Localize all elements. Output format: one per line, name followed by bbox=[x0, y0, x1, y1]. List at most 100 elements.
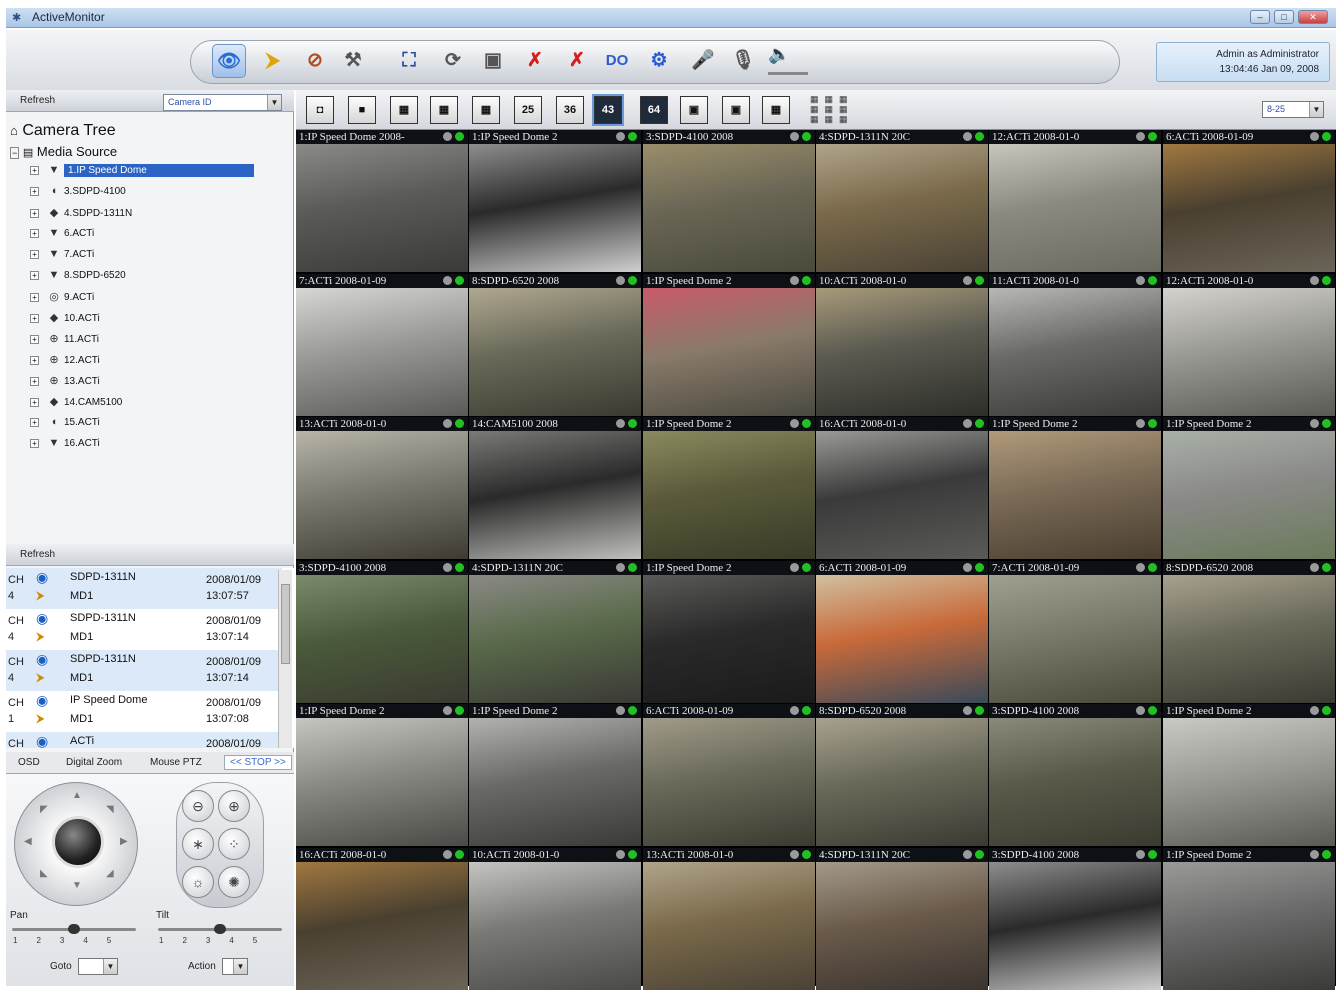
joystick-knob[interactable] bbox=[52, 816, 104, 868]
focus-far-icon[interactable]: ⁘ bbox=[218, 828, 250, 860]
video-cell[interactable]: 12:ACTi 2008-01-0 bbox=[1163, 274, 1335, 416]
tab-osd[interactable]: OSD bbox=[18, 757, 40, 768]
layout-cycle-icon[interactable]: ◘ bbox=[306, 96, 334, 124]
layout-36-icon[interactable]: 36 bbox=[556, 96, 584, 124]
video-cell[interactable]: 1:IP Speed Dome 2 bbox=[469, 704, 641, 846]
stop-button[interactable]: << STOP >> bbox=[224, 755, 292, 770]
fullscreen-icon[interactable]: ⛶ bbox=[392, 44, 426, 78]
layout-1plus7-icon[interactable]: ▣ bbox=[722, 96, 750, 124]
expand-icon[interactable]: + bbox=[30, 376, 39, 386]
layout-1plus12-icon[interactable]: ▦ bbox=[762, 96, 790, 124]
video-cell[interactable]: 7:ACTi 2008-01-09 bbox=[989, 561, 1161, 703]
tree-node[interactable]: + ▼ 16.ACTi bbox=[30, 437, 100, 455]
event-row[interactable]: CH 4 ◉ ⮞ SDPD-1311N MD1 2008/01/09 13:07:14 bbox=[6, 609, 282, 650]
video-cell[interactable]: 4:SDPD-1311N 20C bbox=[469, 561, 641, 703]
event-list-scrollbar[interactable] bbox=[278, 570, 292, 748]
expand-icon[interactable]: + bbox=[30, 186, 39, 196]
expand-icon[interactable]: + bbox=[30, 313, 39, 323]
video-cell[interactable]: 1:IP Speed Dome 2 bbox=[296, 704, 468, 846]
tree-node[interactable]: + ⊕ 11.ACTi bbox=[30, 332, 99, 350]
tree-node[interactable]: + ◖ 15.ACTi bbox=[30, 416, 100, 434]
video-cell[interactable]: 6:ACTi 2008-01-09 bbox=[643, 704, 815, 846]
video-cell[interactable]: 1:IP Speed Dome 2 bbox=[1163, 417, 1335, 559]
layout-16-icon[interactable]: ▦ bbox=[472, 96, 500, 124]
layout-9-icon[interactable]: ▦ bbox=[430, 96, 458, 124]
expand-icon[interactable]: + bbox=[30, 165, 39, 175]
video-cell[interactable]: 1:IP Speed Dome 2 bbox=[989, 417, 1161, 559]
media-source-node[interactable]: − ▤ Media Source bbox=[10, 144, 117, 159]
digital-output-icon[interactable]: DO bbox=[600, 44, 634, 78]
video-cell[interactable]: 6:ACTi 2008-01-09 bbox=[816, 561, 988, 703]
settings-icon[interactable]: ⚙ bbox=[642, 44, 676, 78]
video-cell[interactable]: 12:ACTi 2008-01-0 bbox=[989, 130, 1161, 272]
disconnect-icon[interactable]: ✗ bbox=[518, 44, 552, 78]
video-cell[interactable]: 3:SDPD-4100 2008 bbox=[296, 561, 468, 703]
arrow-down-icon[interactable]: ▼ bbox=[72, 880, 82, 891]
tree-node[interactable]: + ◆ 4.SDPD-1311N bbox=[30, 206, 132, 224]
expand-icon[interactable]: + bbox=[30, 208, 39, 218]
split-layout-icons[interactable]: ▦▦▦ ▦▦▦ ▦▦▦ bbox=[810, 94, 870, 126]
expand-icon[interactable]: + bbox=[30, 397, 39, 407]
tree-node[interactable]: + ◎ 9.ACTi bbox=[30, 290, 94, 308]
talk-icon[interactable]: 🎙 bbox=[726, 44, 760, 78]
event-row[interactable]: CH ◉ ACTi 2008/01/09 bbox=[6, 732, 282, 748]
layout-43-icon[interactable]: 43 bbox=[592, 94, 624, 126]
sequence-icon[interactable]: ⟳ bbox=[436, 44, 470, 78]
zoom-in-icon[interactable]: ⊕ bbox=[218, 790, 250, 822]
video-cell[interactable]: 8:SDPD-6520 2008 bbox=[1163, 561, 1335, 703]
video-cell[interactable]: 1:IP Speed Dome 2 bbox=[1163, 848, 1335, 990]
arrow-down-left-icon[interactable]: ◣ bbox=[40, 868, 48, 879]
tree-node[interactable]: + ⊕ 12.ACTi bbox=[30, 353, 100, 371]
video-cell[interactable]: 4:SDPD-1311N 20C bbox=[816, 848, 988, 990]
video-cell[interactable]: 3:SDPD-4100 2008 bbox=[989, 848, 1161, 990]
video-cell[interactable]: 10:ACTi 2008-01-0 bbox=[469, 848, 641, 990]
video-cell[interactable]: 10:ACTi 2008-01-0 bbox=[816, 274, 988, 416]
tilt-slider-knob[interactable] bbox=[214, 924, 226, 934]
tree-refresh-button[interactable]: Refresh bbox=[20, 95, 55, 106]
layout-4-icon[interactable]: ▦ bbox=[390, 96, 418, 124]
layout-25-icon[interactable]: 25 bbox=[514, 96, 542, 124]
disconnect-all-icon[interactable]: ✗ bbox=[560, 44, 594, 78]
tools-icon[interactable]: ⚒ bbox=[336, 44, 370, 78]
arrow-down-right-icon[interactable]: ◢ bbox=[106, 868, 114, 879]
expand-icon[interactable]: + bbox=[30, 438, 39, 448]
page-select[interactable]: 8-25 ▼ bbox=[1262, 101, 1324, 118]
goto-select[interactable]: ▼ bbox=[78, 958, 118, 975]
video-cell[interactable]: 1:IP Speed Dome 2008- bbox=[296, 130, 468, 272]
snapshot-icon[interactable]: ▣ bbox=[476, 44, 510, 78]
video-cell[interactable]: 13:ACTi 2008-01-0 bbox=[643, 848, 815, 990]
expand-icon[interactable]: + bbox=[30, 355, 39, 365]
tree-node[interactable]: + ⊕ 13.ACTi bbox=[30, 374, 100, 392]
action-select[interactable]: ▼ bbox=[222, 958, 248, 975]
arrow-up-left-icon[interactable]: ◤ bbox=[40, 804, 48, 815]
video-cell[interactable]: 1:IP Speed Dome 2 bbox=[643, 417, 815, 559]
video-cell[interactable]: 8:SDPD-6520 2008 bbox=[816, 704, 988, 846]
arrow-right-icon[interactable]: ▶ bbox=[120, 836, 128, 847]
microphone-icon[interactable]: 🎤 bbox=[686, 44, 720, 78]
video-cell[interactable]: 3:SDPD-4100 2008 bbox=[989, 704, 1161, 846]
video-cell[interactable]: 1:IP Speed Dome 2 bbox=[469, 130, 641, 272]
event-row[interactable]: CH 1 ◉ ⮞ IP Speed Dome MD1 2008/01/09 13:07:08 bbox=[6, 691, 282, 732]
alarm-tag-icon[interactable]: ⮞ bbox=[256, 44, 290, 78]
tree-node[interactable]: + ▼ 8.SDPD-6520 bbox=[30, 269, 126, 287]
event-row[interactable]: CH 4 ◉ ⮞ SDPD-1311N MD1 2008/01/09 13:07:14 bbox=[6, 650, 282, 691]
layout-1plus5-icon[interactable]: ▣ bbox=[680, 96, 708, 124]
video-cell[interactable]: 8:SDPD-6520 2008 bbox=[469, 274, 641, 416]
tree-node[interactable]: + ▼ 6.ACTi bbox=[30, 227, 94, 245]
scroll-thumb[interactable] bbox=[281, 584, 290, 664]
map-edit-icon[interactable]: ⊘ bbox=[298, 44, 332, 78]
tree-node[interactable]: + ◆ 14.CAM5100 bbox=[30, 395, 122, 413]
events-refresh-button[interactable]: Refresh bbox=[20, 549, 55, 560]
event-row[interactable]: CH 4 ◉ ⮞ SDPD-1311N MD1 2008/01/09 13:07:57 bbox=[6, 568, 282, 609]
tree-node[interactable]: + ▼ 7.ACTi bbox=[30, 248, 94, 266]
iris-close-icon[interactable]: ☼ bbox=[182, 866, 214, 898]
arrow-up-right-icon[interactable]: ◥ bbox=[106, 804, 114, 815]
expand-icon[interactable]: + bbox=[30, 417, 39, 427]
expand-icon[interactable]: + bbox=[30, 270, 39, 280]
video-cell[interactable]: 16:ACTi 2008-01-0 bbox=[816, 417, 988, 559]
tree-node[interactable]: + ◆ 10.ACTi bbox=[30, 311, 100, 329]
arrow-up-icon[interactable]: ▲ bbox=[72, 790, 82, 801]
close-button[interactable]: ✕ bbox=[1298, 10, 1328, 24]
tab-digital-zoom[interactable]: Digital Zoom bbox=[66, 757, 122, 768]
video-cell[interactable]: 4:SDPD-1311N 20C bbox=[816, 130, 988, 272]
